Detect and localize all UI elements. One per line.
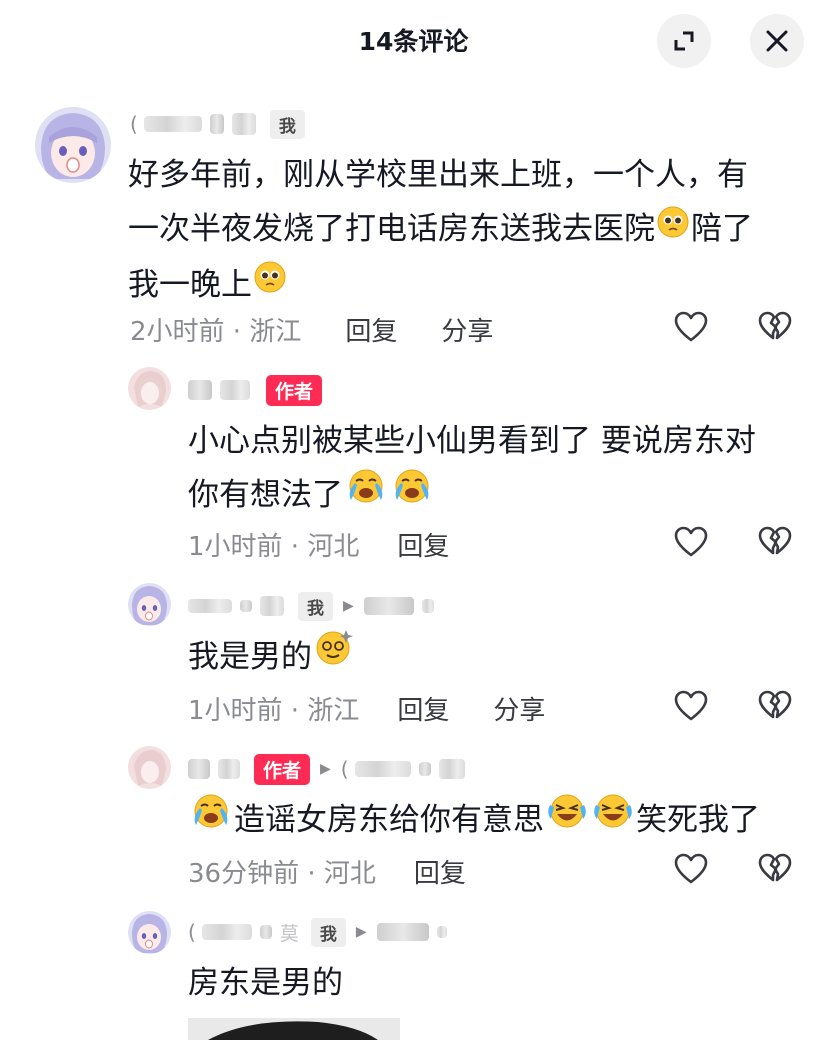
- comment-text[interactable]: 好多年前，刚从学校里出来上班，一个人，有 一次半夜发烧了打电话房东送我去医院 陪了…: [128, 148, 808, 313]
- comment-meta: 1小时前 · 河北 回复: [188, 524, 449, 564]
- dislike-button[interactable]: [757, 524, 793, 564]
- comment-line: 一次半夜发烧了打电话房东送我去医院 陪了: [128, 202, 808, 258]
- avatar[interactable]: [128, 367, 171, 410]
- pleading-face-emoji: [254, 256, 286, 310]
- rofl-emoji: [546, 792, 588, 846]
- blurred-name: [354, 761, 411, 777]
- broken-heart-icon: [758, 690, 792, 719]
- broken-heart-icon: [758, 526, 792, 555]
- like-button[interactable]: [673, 851, 709, 891]
- dislike-button[interactable]: [757, 688, 793, 728]
- blurred-name[interactable]: [188, 759, 210, 779]
- expand-button[interactable]: [657, 14, 711, 68]
- rofl-emoji: [592, 792, 634, 846]
- me-tag: 我: [310, 917, 346, 947]
- expand-icon: [674, 31, 694, 51]
- blurred-name: [259, 925, 272, 939]
- comment-time-location: 36分钟前 · 河北: [188, 858, 376, 889]
- blurred-name: [421, 599, 434, 613]
- like-button[interactable]: [673, 688, 709, 728]
- crying-face-emoji: [190, 792, 232, 846]
- like-button[interactable]: [673, 524, 709, 564]
- close-button[interactable]: [750, 14, 804, 68]
- avatar[interactable]: [128, 911, 171, 954]
- comment-text[interactable]: 房东是男的: [188, 956, 808, 1010]
- comment-time-location: 1小时前 · 河北: [188, 531, 360, 562]
- comment-line: 好多年前，刚从学校里出来上班，一个人，有: [128, 157, 748, 193]
- blurred-name: [240, 600, 252, 612]
- broken-heart-icon: [758, 853, 792, 882]
- comment-time-location: 1小时前 · 浙江: [188, 695, 360, 726]
- comment-line: 房东是男的: [188, 965, 343, 1001]
- comment-line: 造谣女房东给你有意思 笑死我了: [188, 793, 808, 849]
- comment-line: 我一晚上: [128, 258, 808, 314]
- heart-outline-icon: [674, 690, 708, 721]
- avatar[interactable]: [35, 107, 111, 183]
- dizzy-face-emoji: [314, 628, 354, 683]
- me-tag: 我: [269, 109, 305, 139]
- comment-text[interactable]: 我是男的: [188, 630, 808, 686]
- share-button[interactable]: 分享: [441, 311, 493, 348]
- comment-text[interactable]: 小心点别被某些小仙男看到了 要说房东对 你有想法了: [188, 414, 808, 524]
- blurred-name[interactable]: [188, 599, 232, 613]
- heart-outline-icon: [674, 311, 708, 342]
- comment-line: 你有想法了: [188, 468, 808, 524]
- author-name[interactable]: (: [188, 920, 196, 944]
- comment-image[interactable]: [188, 1018, 400, 1040]
- like-button[interactable]: [673, 309, 709, 349]
- dislike-button[interactable]: [757, 851, 793, 891]
- comment-time-location: 2小时前 · 浙江: [130, 316, 302, 347]
- blurred-name: [231, 113, 256, 135]
- avatar[interactable]: [128, 746, 171, 789]
- author-name-visible: 莫: [279, 922, 299, 945]
- reply-button[interactable]: 回复: [397, 526, 449, 563]
- comment-author-row: 作者: [188, 372, 332, 408]
- comment-line: 我是男的: [188, 630, 808, 686]
- dislike-button[interactable]: [757, 309, 793, 349]
- comment-line: 小心点别被某些小仙男看到了 要说房东对: [188, 423, 756, 459]
- blurred-name: [218, 759, 240, 779]
- blurred-name: [143, 116, 202, 132]
- blurred-name[interactable]: [376, 923, 429, 941]
- me-tag: 我: [298, 591, 333, 621]
- crying-face-emoji: [345, 467, 387, 521]
- reply-to-name[interactable]: (: [341, 757, 349, 781]
- comment-meta: 36分钟前 · 河北 回复: [188, 851, 466, 891]
- blurred-name: [209, 114, 224, 134]
- pleading-face-emoji: [657, 201, 689, 255]
- blurred-name: [436, 926, 447, 938]
- close-icon: [766, 30, 788, 52]
- reply-button[interactable]: 回复: [345, 311, 397, 348]
- author-name[interactable]: (: [130, 112, 138, 136]
- caret-right-icon: ▶: [355, 924, 367, 940]
- broken-heart-icon: [758, 311, 792, 340]
- author-tag: 作者: [254, 753, 311, 785]
- comment-text[interactable]: 造谣女房东给你有意思 笑死我了: [188, 793, 808, 849]
- avatar[interactable]: [128, 583, 171, 626]
- comment-author-row: ( 莫 我 ▶: [188, 914, 455, 950]
- comment-meta: 1小时前 · 浙江 回复 分享: [188, 688, 545, 728]
- blurred-name[interactable]: [363, 597, 414, 615]
- heart-outline-icon: [674, 526, 708, 557]
- blurred-name: [438, 759, 465, 779]
- blurred-name: [220, 380, 250, 400]
- crying-face-emoji: [391, 467, 433, 521]
- reply-button[interactable]: 回复: [397, 690, 449, 727]
- caret-right-icon: ▶: [343, 598, 354, 614]
- heart-outline-icon: [674, 853, 708, 884]
- share-button[interactable]: 分享: [493, 690, 545, 727]
- caret-right-icon: ▶: [320, 761, 331, 777]
- blurred-name[interactable]: [188, 380, 212, 400]
- blurred-name: [418, 762, 431, 776]
- comment-author-row: ( 我: [130, 106, 315, 142]
- comment-author-row: 我 ▶: [188, 588, 442, 624]
- comment-meta: 2小时前 · 浙江 回复 分享: [130, 309, 493, 349]
- blurred-name: [201, 924, 252, 940]
- reply-button[interactable]: 回复: [414, 853, 466, 890]
- comment-author-row: 作者 ▶ (: [188, 751, 473, 787]
- author-tag: 作者: [266, 374, 323, 406]
- blurred-name: [260, 596, 284, 616]
